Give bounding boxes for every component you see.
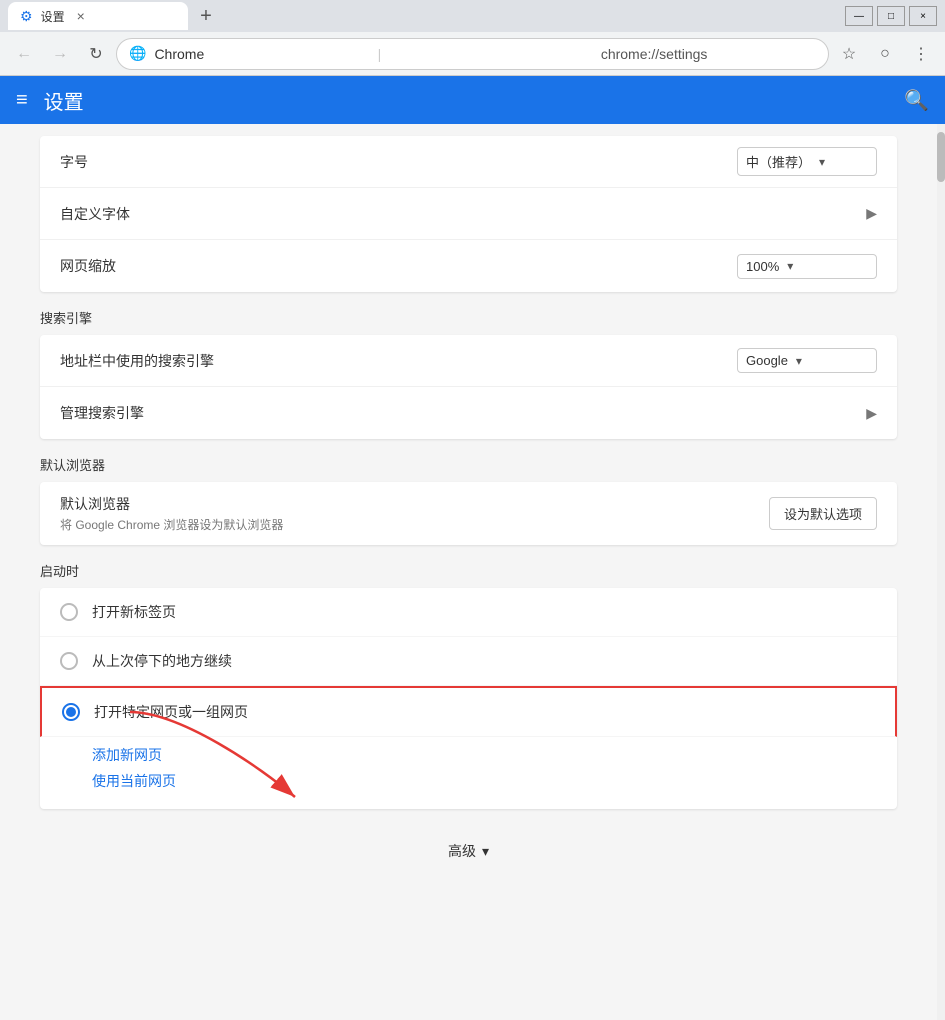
address-bar-search-right: Google ▾ xyxy=(737,348,877,373)
set-default-button[interactable]: 设为默认选项 xyxy=(769,497,877,530)
profile-button[interactable]: ○ xyxy=(869,38,901,70)
search-icon[interactable]: 🔍 xyxy=(904,88,929,113)
startup-option3-row[interactable]: 打开特定网页或一组网页 xyxy=(40,686,897,737)
scrollbar-thumb[interactable] xyxy=(937,132,945,182)
window-frame: ⚙ 设置 × + — □ × ← → ↻ 🌐 Chrome | chrome:/… xyxy=(0,0,945,1020)
tab-title: 设置 xyxy=(41,8,65,25)
close-button[interactable]: × xyxy=(909,6,937,26)
font-size-row: 字号 中（推荐） ▾ xyxy=(40,136,897,188)
settings-page-title: 设置 xyxy=(44,86,84,115)
main-scroll-area: 字号 中（推荐） ▾ 自定义字体 ▶ 网页缩放 xyxy=(0,124,937,1020)
search-engine-dropdown-arrow: ▾ xyxy=(796,354,802,368)
default-browser-subtitle: 将 Google Chrome 浏览器设为默认浏览器 xyxy=(60,516,769,533)
search-engine-section-wrapper: 地址栏中使用的搜索引擎 Google ▾ 管理搜索引擎 ▶ xyxy=(0,335,937,439)
new-tab-button[interactable]: + xyxy=(192,2,220,30)
chrome-menu-button[interactable]: ⋮ xyxy=(905,38,937,70)
use-current-page-link[interactable]: 使用当前网页 xyxy=(92,771,877,791)
startup-section-wrapper: 打开新标签页 从上次停下的地方继续 打开特定网页或一组网页 xyxy=(0,588,937,809)
default-browser-text: 默认浏览器 将 Google Chrome 浏览器设为默认浏览器 xyxy=(60,494,769,533)
address-bar[interactable]: 🌐 Chrome | chrome://settings xyxy=(116,38,829,70)
advanced-button[interactable]: 高级 ▾ xyxy=(448,841,489,861)
custom-font-arrow-icon: ▶ xyxy=(866,205,877,222)
right-scrollbar[interactable] xyxy=(937,124,945,1020)
forward-button[interactable]: → xyxy=(44,38,76,70)
address-url: chrome://settings xyxy=(601,46,816,62)
address-bar-search-row: 地址栏中使用的搜索引擎 Google ▾ xyxy=(40,335,897,387)
custom-font-label: 自定义字体 xyxy=(60,204,866,224)
default-browser-row: 默认浏览器 将 Google Chrome 浏览器设为默认浏览器 设为默认选项 xyxy=(40,482,897,545)
startup-radio2[interactable] xyxy=(60,652,78,670)
font-card: 字号 中（推荐） ▾ 自定义字体 ▶ 网页缩放 xyxy=(40,136,897,292)
advanced-arrow-icon: ▾ xyxy=(482,843,489,860)
startup-heading: 启动时 xyxy=(40,561,937,580)
font-size-dropdown[interactable]: 中（推荐） ▾ xyxy=(737,147,877,176)
font-section-wrapper: 字号 中（推荐） ▾ 自定义字体 ▶ 网页缩放 xyxy=(0,124,937,292)
manage-search-row[interactable]: 管理搜索引擎 ▶ xyxy=(40,387,897,439)
settings-tab[interactable]: ⚙ 设置 × xyxy=(8,2,188,30)
startup-radio3-inner xyxy=(66,707,76,717)
default-browser-heading: 默认浏览器 xyxy=(40,455,937,474)
startup-option2-label: 从上次停下的地方继续 xyxy=(92,651,232,671)
font-size-dropdown-arrow: ▾ xyxy=(819,155,825,169)
default-browser-section-wrapper: 默认浏览器 将 Google Chrome 浏览器设为默认浏览器 设为默认选项 xyxy=(0,482,937,545)
startup-card: 打开新标签页 从上次停下的地方继续 打开特定网页或一组网页 xyxy=(40,588,897,809)
advanced-label: 高级 xyxy=(448,841,476,861)
chrome-icon: 🌐 xyxy=(129,45,146,62)
zoom-right: 100% ▾ xyxy=(737,254,877,279)
default-browser-title: 默认浏览器 xyxy=(60,494,769,514)
search-engine-card: 地址栏中使用的搜索引擎 Google ▾ 管理搜索引擎 ▶ xyxy=(40,335,897,439)
bookmark-button[interactable]: ☆ xyxy=(833,38,865,70)
maximize-button[interactable]: □ xyxy=(877,6,905,26)
zoom-value: 100% xyxy=(746,259,779,274)
startup-radio3[interactable] xyxy=(62,703,80,721)
title-bar: ⚙ 设置 × + — □ × xyxy=(0,0,945,32)
app-header: ≡ 设置 🔍 xyxy=(0,76,945,124)
address-bar-search-label: 地址栏中使用的搜索引擎 xyxy=(60,351,737,371)
search-engine-heading: 搜索引擎 xyxy=(40,308,937,327)
minimize-button[interactable]: — xyxy=(845,6,873,26)
search-engine-dropdown[interactable]: Google ▾ xyxy=(737,348,877,373)
zoom-dropdown-arrow: ▾ xyxy=(787,259,793,273)
address-brand: Chrome xyxy=(154,46,369,62)
settings-gear-icon: ⚙ xyxy=(20,8,33,25)
default-browser-card: 默认浏览器 将 Google Chrome 浏览器设为默认浏览器 设为默认选项 xyxy=(40,482,897,545)
startup-option2-row[interactable]: 从上次停下的地方继续 xyxy=(40,637,897,686)
manage-search-label: 管理搜索引擎 xyxy=(60,403,866,423)
startup-option1-row[interactable]: 打开新标签页 xyxy=(40,588,897,637)
hamburger-icon[interactable]: ≡ xyxy=(16,89,28,112)
tab-close-button[interactable]: × xyxy=(77,8,85,24)
navigation-bar: ← → ↻ 🌐 Chrome | chrome://settings ☆ ○ ⋮ xyxy=(0,32,945,76)
font-size-value: 中（推荐） xyxy=(746,152,811,171)
startup-option3-label: 打开特定网页或一组网页 xyxy=(94,702,248,722)
title-bar-left: ⚙ 设置 × + xyxy=(8,2,845,30)
startup-option1-label: 打开新标签页 xyxy=(92,602,176,622)
search-engine-value: Google xyxy=(746,353,788,368)
settings-content: 字号 中（推荐） ▾ 自定义字体 ▶ 网页缩放 xyxy=(0,124,945,1020)
advanced-section: 高级 ▾ xyxy=(0,817,937,885)
zoom-row: 网页缩放 100% ▾ xyxy=(40,240,897,292)
font-size-right: 中（推荐） ▾ xyxy=(737,147,877,176)
startup-links: 添加新网页 使用当前网页 xyxy=(40,737,897,809)
font-size-label: 字号 xyxy=(60,152,737,172)
manage-search-arrow-icon: ▶ xyxy=(866,405,877,422)
zoom-label: 网页缩放 xyxy=(60,256,737,276)
add-new-page-link[interactable]: 添加新网页 xyxy=(92,745,877,765)
startup-radio1[interactable] xyxy=(60,603,78,621)
reload-button[interactable]: ↻ xyxy=(80,38,112,70)
custom-font-row[interactable]: 自定义字体 ▶ xyxy=(40,188,897,240)
zoom-dropdown[interactable]: 100% ▾ xyxy=(737,254,877,279)
address-separator: | xyxy=(378,46,593,62)
back-button[interactable]: ← xyxy=(8,38,40,70)
window-controls: — □ × xyxy=(845,6,937,26)
